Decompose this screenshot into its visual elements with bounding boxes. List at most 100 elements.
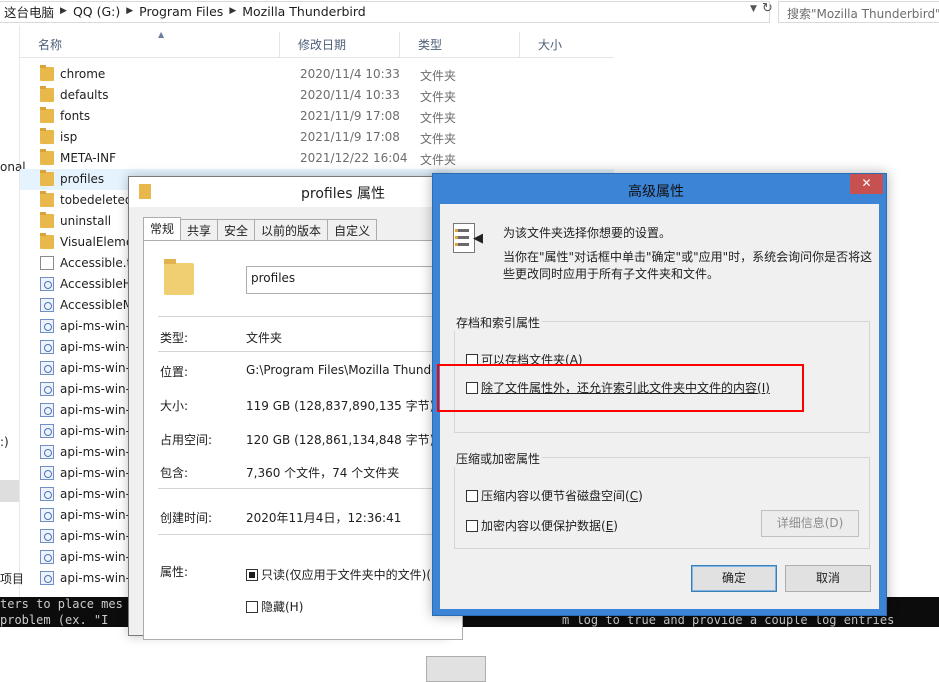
size-value: 119 GB (128,837,890,135 字节) (246, 399, 435, 413)
file-date: 2021/12/22 16:04 (300, 151, 408, 165)
file-row[interactable]: defaults 2020/11/4 10:33 文件夹 (20, 85, 614, 106)
file-row[interactable]: fonts 2021/11/9 17:08 文件夹 (20, 106, 614, 127)
dll-icon (40, 277, 54, 291)
divider (158, 351, 448, 352)
breadcrumb-thunderbird[interactable]: Mozilla Thunderbird (238, 4, 369, 19)
disk-usage-label: 占用空间: (160, 433, 213, 447)
file-name: api-ms-win- (60, 571, 130, 585)
file-row[interactable]: META-INF 2021/12/22 16:04 文件夹 (20, 148, 614, 169)
properties-titlebar[interactable]: profiles 属性 (129, 177, 447, 207)
column-size[interactable]: 大小 (520, 32, 614, 58)
encrypt-checkbox[interactable] (466, 520, 478, 532)
created-label: 创建时间: (160, 511, 213, 525)
file-name: api-ms-win- (60, 424, 130, 438)
chevron-right-icon[interactable]: ▶ (58, 6, 69, 16)
dll-icon (40, 424, 54, 438)
breadcrumb-drive[interactable]: QQ (G:) (69, 4, 124, 19)
dll-icon (40, 466, 54, 480)
readonly-checkbox[interactable]: 只读(仅应用于文件夹中的文件)(R (246, 566, 439, 583)
advanced-body: ◀ 为该文件夹选择你想要的设置。 当你在"属性"对话框中单击"确定"或"应用"时… (440, 204, 879, 609)
file-row[interactable]: chrome 2020/11/4 10:33 文件夹 (20, 64, 614, 85)
divider (158, 534, 448, 535)
dll-icon (40, 403, 54, 417)
refresh-icon[interactable]: ↻ (762, 1, 773, 16)
nav-fragment-paren: :) (0, 435, 9, 449)
file-row[interactable]: isp 2021/11/9 17:08 文件夹 (20, 127, 614, 148)
type-label: 类型: (160, 331, 189, 345)
dll-icon (40, 382, 54, 396)
attributes-label: 属性: (160, 565, 189, 579)
breadcrumb: 这台电脑 ▶ QQ (G:) ▶ Program Files ▶ Mozilla… (0, 2, 370, 21)
compress-checkbox-row[interactable]: 压缩内容以便节省磁盘空间(C) (466, 487, 643, 504)
dll-icon (40, 487, 54, 501)
column-name[interactable]: 名称 (20, 32, 280, 58)
column-type[interactable]: 类型 (400, 32, 520, 58)
size-label: 大小: (160, 399, 189, 413)
dll-icon (40, 508, 54, 522)
file-name: api-ms-win- (60, 466, 130, 480)
tab-previous-versions[interactable]: 以前的版本 (254, 219, 329, 241)
compress-checkbox[interactable] (466, 490, 478, 502)
dll-icon (40, 319, 54, 333)
file-date: 2020/11/4 10:33 (300, 67, 400, 81)
contains-value: 7,360 个文件，74 个文件夹 (246, 466, 400, 480)
column-date[interactable]: 修改日期 (280, 32, 400, 58)
archive-checkbox-row[interactable]: 可以存档文件夹(A) (466, 351, 583, 368)
dll-icon (40, 550, 54, 564)
tab-sharing[interactable]: 共享 (180, 219, 219, 241)
file-name: Accessible.t (60, 256, 132, 270)
cancel-button[interactable]: 取消 (785, 565, 871, 592)
dll-icon (40, 298, 54, 312)
advanced-titlebar[interactable]: 高级属性 ✕ (433, 174, 886, 204)
encrypt-checkbox-row[interactable]: 加密内容以便保护数据(E) (466, 517, 618, 534)
file-name: api-ms-win- (60, 508, 130, 522)
ok-button[interactable]: 确定 (691, 565, 777, 592)
close-icon[interactable]: ✕ (850, 174, 883, 194)
folder-icon (40, 191, 54, 207)
disk-usage-value: 120 GB (128,861,134,848 字节) (246, 433, 435, 447)
hidden-checkbox[interactable]: 隐藏(H) (246, 598, 303, 615)
chevron-right-icon[interactable]: ▶ (227, 6, 238, 16)
nav-selected-item[interactable] (0, 480, 19, 502)
type-value: 文件夹 (246, 331, 283, 345)
advanced-button[interactable] (426, 656, 486, 682)
breadcrumb-program-files[interactable]: Program Files (135, 4, 227, 19)
location-value: G:\Program Files\Mozilla Thunde (246, 363, 439, 377)
archive-index-group-title: 存档和索引属性 (454, 314, 543, 331)
file-name: api-ms-win- (60, 382, 130, 396)
search-input[interactable]: 搜索"Mozilla Thunderbird" (778, 1, 939, 23)
created-value: 2020年11月4日，12:36:41 (246, 511, 402, 525)
file-type: 文件夹 (420, 132, 457, 146)
tab-customize[interactable]: 自定义 (327, 219, 378, 241)
dll-icon (40, 340, 54, 354)
tab-general[interactable]: 常规 (143, 217, 182, 241)
file-name: isp (60, 130, 78, 144)
readonly-label: 只读(仅应用于文件夹中的文件)(R (261, 568, 440, 582)
details-button[interactable]: 详细信息(D) (761, 510, 859, 537)
description-text: 当你在"属性"对话框中单击"确定"或"应用"时，系统会询问你是否将这些更改同时应… (503, 250, 873, 281)
index-checkbox[interactable] (466, 382, 478, 394)
properties-title: profiles 属性 (301, 186, 385, 202)
archive-index-group (454, 321, 870, 433)
dll-icon (40, 445, 54, 459)
archive-checkbox[interactable] (466, 354, 478, 366)
file-name: AccessibleM (60, 298, 134, 312)
dll-icon (40, 529, 54, 543)
folder-icon (40, 107, 54, 123)
file-name: api-ms-win- (60, 445, 130, 459)
general-tab-panel: profiles 类型: 文件夹 位置: G:\Program Files\Mo… (143, 240, 486, 682)
file-date: 2021/11/9 17:08 (300, 130, 400, 144)
breadcrumb-this-pc[interactable]: 这台电脑 (0, 2, 58, 21)
tab-security[interactable]: 安全 (217, 219, 256, 241)
folder-icon (40, 212, 54, 228)
file-name: tobedeleted (60, 193, 133, 207)
folder-icon (40, 128, 54, 144)
navigation-pane[interactable]: onal :) 项目 (0, 25, 26, 600)
chevron-right-icon[interactable]: ▶ (124, 6, 135, 16)
checkbox-indeterminate[interactable] (246, 569, 258, 581)
index-checkbox-row[interactable]: 除了文件属性外，还允许索引此文件夹中文件的内容(I) (466, 379, 770, 396)
checkbox[interactable] (246, 601, 258, 613)
folder-icon (40, 86, 54, 102)
address-dropdown-icon[interactable]: ▼ (750, 4, 757, 14)
advanced-title: 高级属性 (628, 184, 684, 200)
